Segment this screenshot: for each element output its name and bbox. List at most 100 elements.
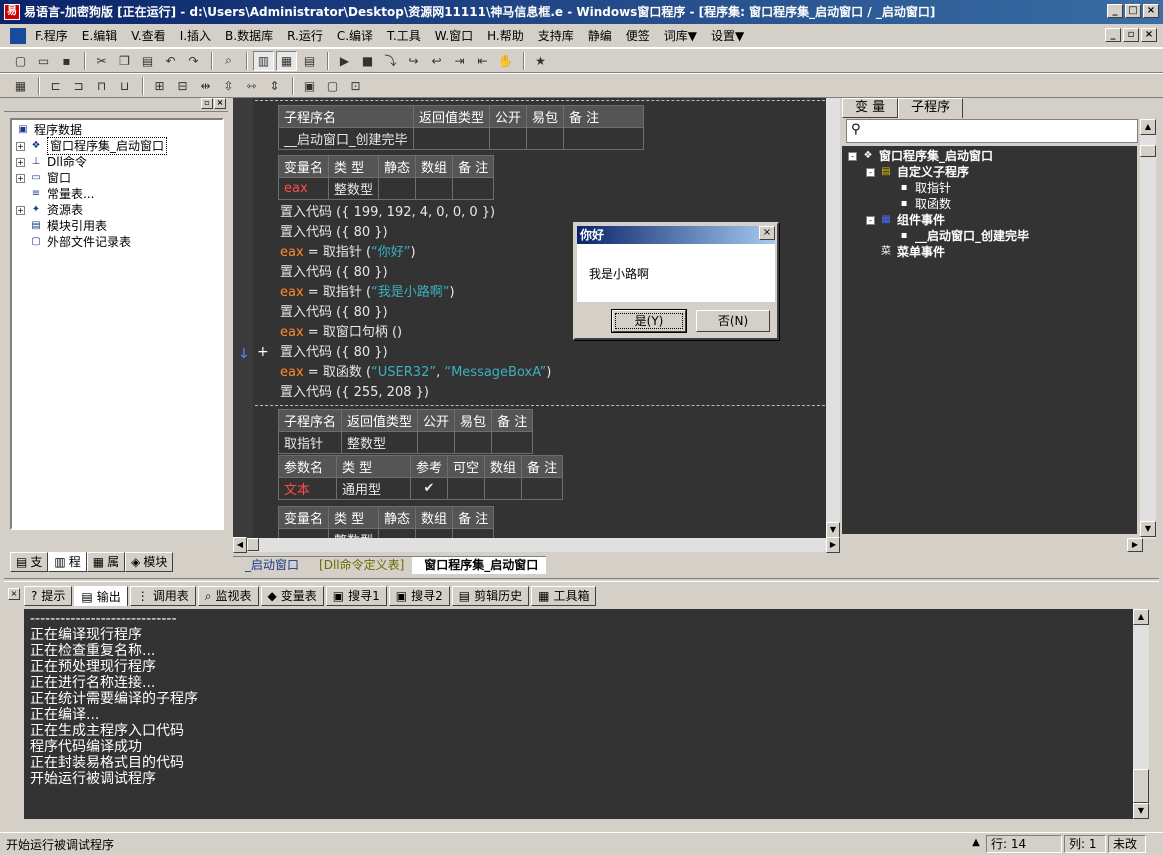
table-cell[interactable] — [378, 528, 417, 538]
menu-item[interactable]: 便签 — [619, 26, 657, 46]
menu-item[interactable]: F.程序 — [28, 26, 75, 46]
stop-icon[interactable]: ■ — [357, 51, 378, 71]
space-v-icon[interactable]: ⇕ — [264, 76, 285, 96]
expand-plus-icon[interactable]: + — [257, 344, 269, 360]
table-cell[interactable] — [526, 127, 565, 150]
cut-icon[interactable]: ✂ — [91, 51, 112, 71]
output-tab-3[interactable]: ⌕ 监视表 — [197, 586, 259, 606]
table-cell[interactable] — [521, 477, 564, 500]
center-h-icon[interactable]: ⊞ — [149, 76, 170, 96]
expand-toggle-icon[interactable]: - — [866, 167, 875, 177]
editor-tab-2[interactable]: 窗口程序集_启动窗口 — [412, 556, 547, 574]
menu-item[interactable]: C.编译 — [330, 26, 380, 46]
expand-toggle-icon[interactable]: + — [16, 173, 25, 183]
table-cell[interactable]: __启动窗口_创建完毕 — [278, 127, 414, 150]
code-line[interactable]: eax = 取指针 (“我是小路啊”) — [280, 283, 455, 303]
save-icon[interactable]: ▪ — [56, 51, 77, 71]
table-cell[interactable] — [563, 127, 645, 150]
space-h-icon[interactable]: ⇿ — [241, 76, 262, 96]
same-height-icon[interactable]: ⇳ — [218, 76, 239, 96]
left-tab-3[interactable]: ◈ 模块 — [125, 552, 174, 572]
code-line[interactable]: 置入代码 ({ 255, 208 }) — [280, 383, 429, 403]
menu-item[interactable]: 支持库 — [531, 26, 581, 46]
table-row[interactable]: 取指针 整数型 — [277, 431, 534, 454]
align-bottom-icon[interactable]: ⊔ — [114, 76, 135, 96]
left-tab-0[interactable]: ▤ 支 — [10, 552, 49, 572]
yes-button[interactable]: 是(Y) — [612, 310, 686, 332]
tree-item[interactable]: + ⊥ Dll命令 — [16, 154, 218, 170]
table-cell[interactable]: eax — [277, 177, 330, 200]
table-cell[interactable]: 整数型 — [328, 177, 380, 200]
right-panel-scrollbar[interactable]: ▲ ▼ — [1140, 119, 1156, 539]
table-cell[interactable] — [415, 528, 454, 538]
menu-item[interactable]: 设置▼ — [704, 26, 751, 46]
editor-tab-1[interactable]: [Dll命令定义表] — [307, 556, 413, 574]
output-tab-2[interactable]: ⋮ 调用表 — [129, 586, 196, 606]
table-row[interactable]: 整数型 — [277, 528, 495, 538]
left-tab-2[interactable]: ▦ 属 — [86, 552, 126, 572]
output-tab-4[interactable]: ◆ 变量表 — [260, 586, 324, 606]
copy-icon[interactable]: ❐ — [114, 51, 135, 71]
table-cell[interactable] — [491, 431, 534, 454]
menu-item[interactable]: B.数据库 — [218, 26, 280, 46]
mdi-restore-button[interactable]: ▫ — [1123, 28, 1139, 42]
menu-item[interactable]: T.工具 — [380, 26, 428, 46]
project-tree[interactable]: ▣ 程序数据 + ❖ 窗口程序集_启动窗口 + ⊥ Dll命令 + ▭ 窗口 ≡ 常量表... + ✦ 资源表… — [10, 118, 224, 530]
panel-restore-button[interactable]: ▫ — [201, 98, 213, 109]
expand-toggle-icon[interactable]: + — [16, 205, 25, 215]
redo-icon[interactable]: ↷ — [183, 51, 204, 71]
table-cell[interactable] — [412, 127, 491, 150]
panel-close-button[interactable]: × — [214, 98, 226, 109]
output-tab-0[interactable]: ? 提示 — [24, 586, 73, 606]
table-cell[interactable]: 整数型 — [341, 431, 419, 454]
declaration-table[interactable]: 参数名类 型参考 可空 数组备 注文本 通用型 ✔ — [278, 455, 564, 500]
declaration-table[interactable]: 变量名类 型静态 数组备 注 eax 整数型 — [277, 155, 495, 200]
table-cell[interactable] — [378, 177, 417, 200]
hand-icon[interactable]: ✋ — [495, 51, 516, 71]
breakpoint-icon[interactable]: ⇤ — [472, 51, 493, 71]
declaration-table[interactable]: 子程序名 返回值类型 公开 易包备 注取指针 整数型 — [277, 409, 534, 454]
align-top-icon[interactable]: ⊓ — [91, 76, 112, 96]
open-folder-icon[interactable]: ▭ — [33, 51, 54, 71]
expand-toggle-icon[interactable]: + — [16, 157, 25, 167]
subroutine-tree-item[interactable]: - ❖ 窗口程序集_启动窗口 — [848, 148, 1131, 164]
run-to-cursor-icon[interactable]: ⇥ — [449, 51, 470, 71]
table-cell[interactable] — [452, 528, 495, 538]
send-back-icon[interactable]: ▢ — [322, 76, 343, 96]
editor-horizontal-scrollbar[interactable]: ◀ ▶ — [233, 537, 840, 553]
same-width-icon[interactable]: ⇹ — [195, 76, 216, 96]
table-cell[interactable]: ✔ — [409, 477, 449, 500]
table-row[interactable]: 文本 通用型 ✔ — [278, 477, 564, 500]
code-line[interactable]: eax = 取函数 (“USER32”, “MessageBoxA”) — [280, 363, 551, 383]
table-cell[interactable]: 通用型 — [336, 477, 411, 500]
menu-item[interactable]: H.帮助 — [480, 26, 531, 46]
tree-item[interactable]: ▢ 外部文件记录表 — [16, 234, 218, 250]
wizard-icon[interactable]: ★ — [530, 51, 551, 71]
editor-tab-0[interactable]: _启动窗口 — [233, 556, 308, 574]
declaration-table[interactable]: 变量名类 型静态数组备 注整数型 — [277, 506, 495, 538]
menu-item[interactable]: E.编辑 — [75, 26, 124, 46]
expand-toggle-icon[interactable]: - — [848, 151, 857, 161]
output-vertical-scrollbar[interactable]: ▲ ▼ — [1133, 609, 1149, 819]
mdi-close-button[interactable]: × — [1141, 28, 1157, 42]
undo-icon[interactable]: ↶ — [160, 51, 181, 71]
align-grid-icon[interactable]: ▦ — [10, 76, 31, 96]
subroutine-tree-item[interactable]: - ▤ 自定义子程序 — [848, 164, 1131, 180]
find-icon[interactable]: ⌕ — [218, 51, 239, 71]
table-cell[interactable] — [454, 431, 493, 454]
left-tab-1[interactable]: ▥ 程 — [48, 552, 87, 572]
output-tab-5[interactable]: ▣ 搜寻1 — [325, 586, 387, 606]
code-line[interactable]: 置入代码 ({ 80 }) — [280, 223, 388, 243]
step-out-icon[interactable]: ↩ — [426, 51, 447, 71]
dialog-close-button[interactable]: × — [759, 226, 775, 240]
layout-1-icon[interactable]: ▥ — [253, 50, 274, 71]
layout-3-icon[interactable]: ▤ — [299, 51, 320, 71]
menu-item[interactable]: 词库▼ — [657, 26, 704, 46]
lock-icon[interactable]: ⊡ — [345, 76, 366, 96]
subroutine-tree[interactable]: - ❖ 窗口程序集_启动窗口 - ▤ 自定义子程序 ▪ 取指针 ▪ 取函数 - ▦ 组件事件 ▪ __启动窗… — [842, 146, 1137, 534]
subroutine-tree-item[interactable]: ▪ 取指针 — [848, 180, 1131, 196]
table-cell[interactable] — [452, 177, 495, 200]
tree-item[interactable]: + ❖ 窗口程序集_启动窗口 — [16, 137, 218, 155]
no-button[interactable]: 否(N) — [696, 310, 770, 332]
step-over-icon[interactable]: ↪ — [403, 51, 424, 71]
